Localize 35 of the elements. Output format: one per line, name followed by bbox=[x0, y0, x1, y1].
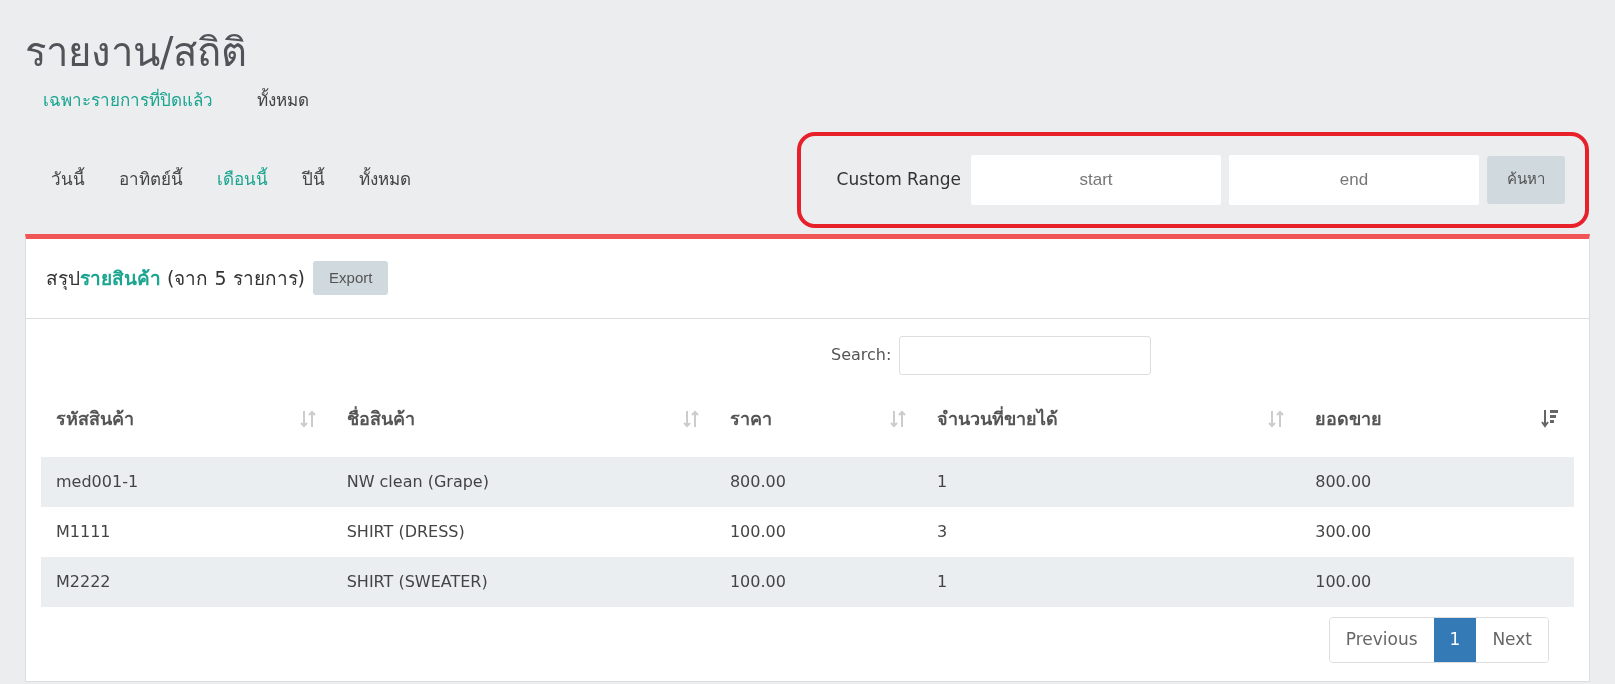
date-input-field[interactable]: end bbox=[1229, 154, 1479, 205]
table-cell-text: 3 bbox=[936, 520, 949, 543]
filter-link[interactable]: ทั้งหมด bbox=[255, 88, 311, 114]
period-tab[interactable]: ปีนี้ bbox=[292, 160, 335, 199]
column-header[interactable]: รหัสสินค้า bbox=[56, 405, 134, 432]
custom-range-label: Custom Range bbox=[836, 167, 961, 191]
table-cell-text: 100.00 bbox=[728, 520, 787, 543]
table-cell-text: med001-1 bbox=[55, 470, 140, 493]
column-header[interactable]: ชื่อสินค้า bbox=[346, 405, 415, 432]
date-input-field[interactable]: start bbox=[971, 154, 1221, 205]
table-cell-text: 100.00 bbox=[1314, 570, 1373, 593]
table-cell-text: 800.00 bbox=[728, 470, 787, 493]
export-button[interactable]: Export bbox=[313, 261, 389, 295]
search-label: Search: bbox=[831, 344, 892, 366]
period-tab[interactable]: ทั้งหมด bbox=[349, 160, 421, 199]
search-button[interactable]: ค้นหา bbox=[1487, 155, 1565, 204]
table-cell-text: 1 bbox=[936, 470, 949, 493]
column-header[interactable]: จำนวนที่ขายได้ bbox=[937, 405, 1058, 432]
table-cell-text: SHIRT (SWEATER) bbox=[345, 570, 489, 593]
page-title: รายงาน/สถิติ bbox=[25, 28, 249, 76]
panel-heading: สรุปรายสินค้า (จาก 5 รายการ) bbox=[46, 265, 306, 292]
search-field[interactable] bbox=[899, 335, 1152, 375]
period-tab[interactable]: อาทิตย์นี้ bbox=[109, 160, 193, 199]
column-header[interactable]: ราคา bbox=[729, 405, 772, 432]
table-cell-text: 300.00 bbox=[1314, 520, 1373, 543]
pagination-button[interactable]: 1 bbox=[1433, 617, 1477, 662]
column-header[interactable]: ยอดขาย bbox=[1315, 405, 1383, 432]
table-cell-text: M1111 bbox=[55, 520, 112, 543]
table-cell-text: NW clean (Grape) bbox=[345, 470, 490, 493]
period-tab[interactable]: วันนี้ bbox=[41, 160, 95, 199]
table-cell-text: M2222 bbox=[55, 570, 112, 593]
table-cell-text: SHIRT (DRESS) bbox=[345, 520, 466, 543]
table-cell-text: 800.00 bbox=[1314, 470, 1373, 493]
table-cell-text: 1 bbox=[936, 570, 949, 593]
table-cell-text: 100.00 bbox=[728, 570, 787, 593]
